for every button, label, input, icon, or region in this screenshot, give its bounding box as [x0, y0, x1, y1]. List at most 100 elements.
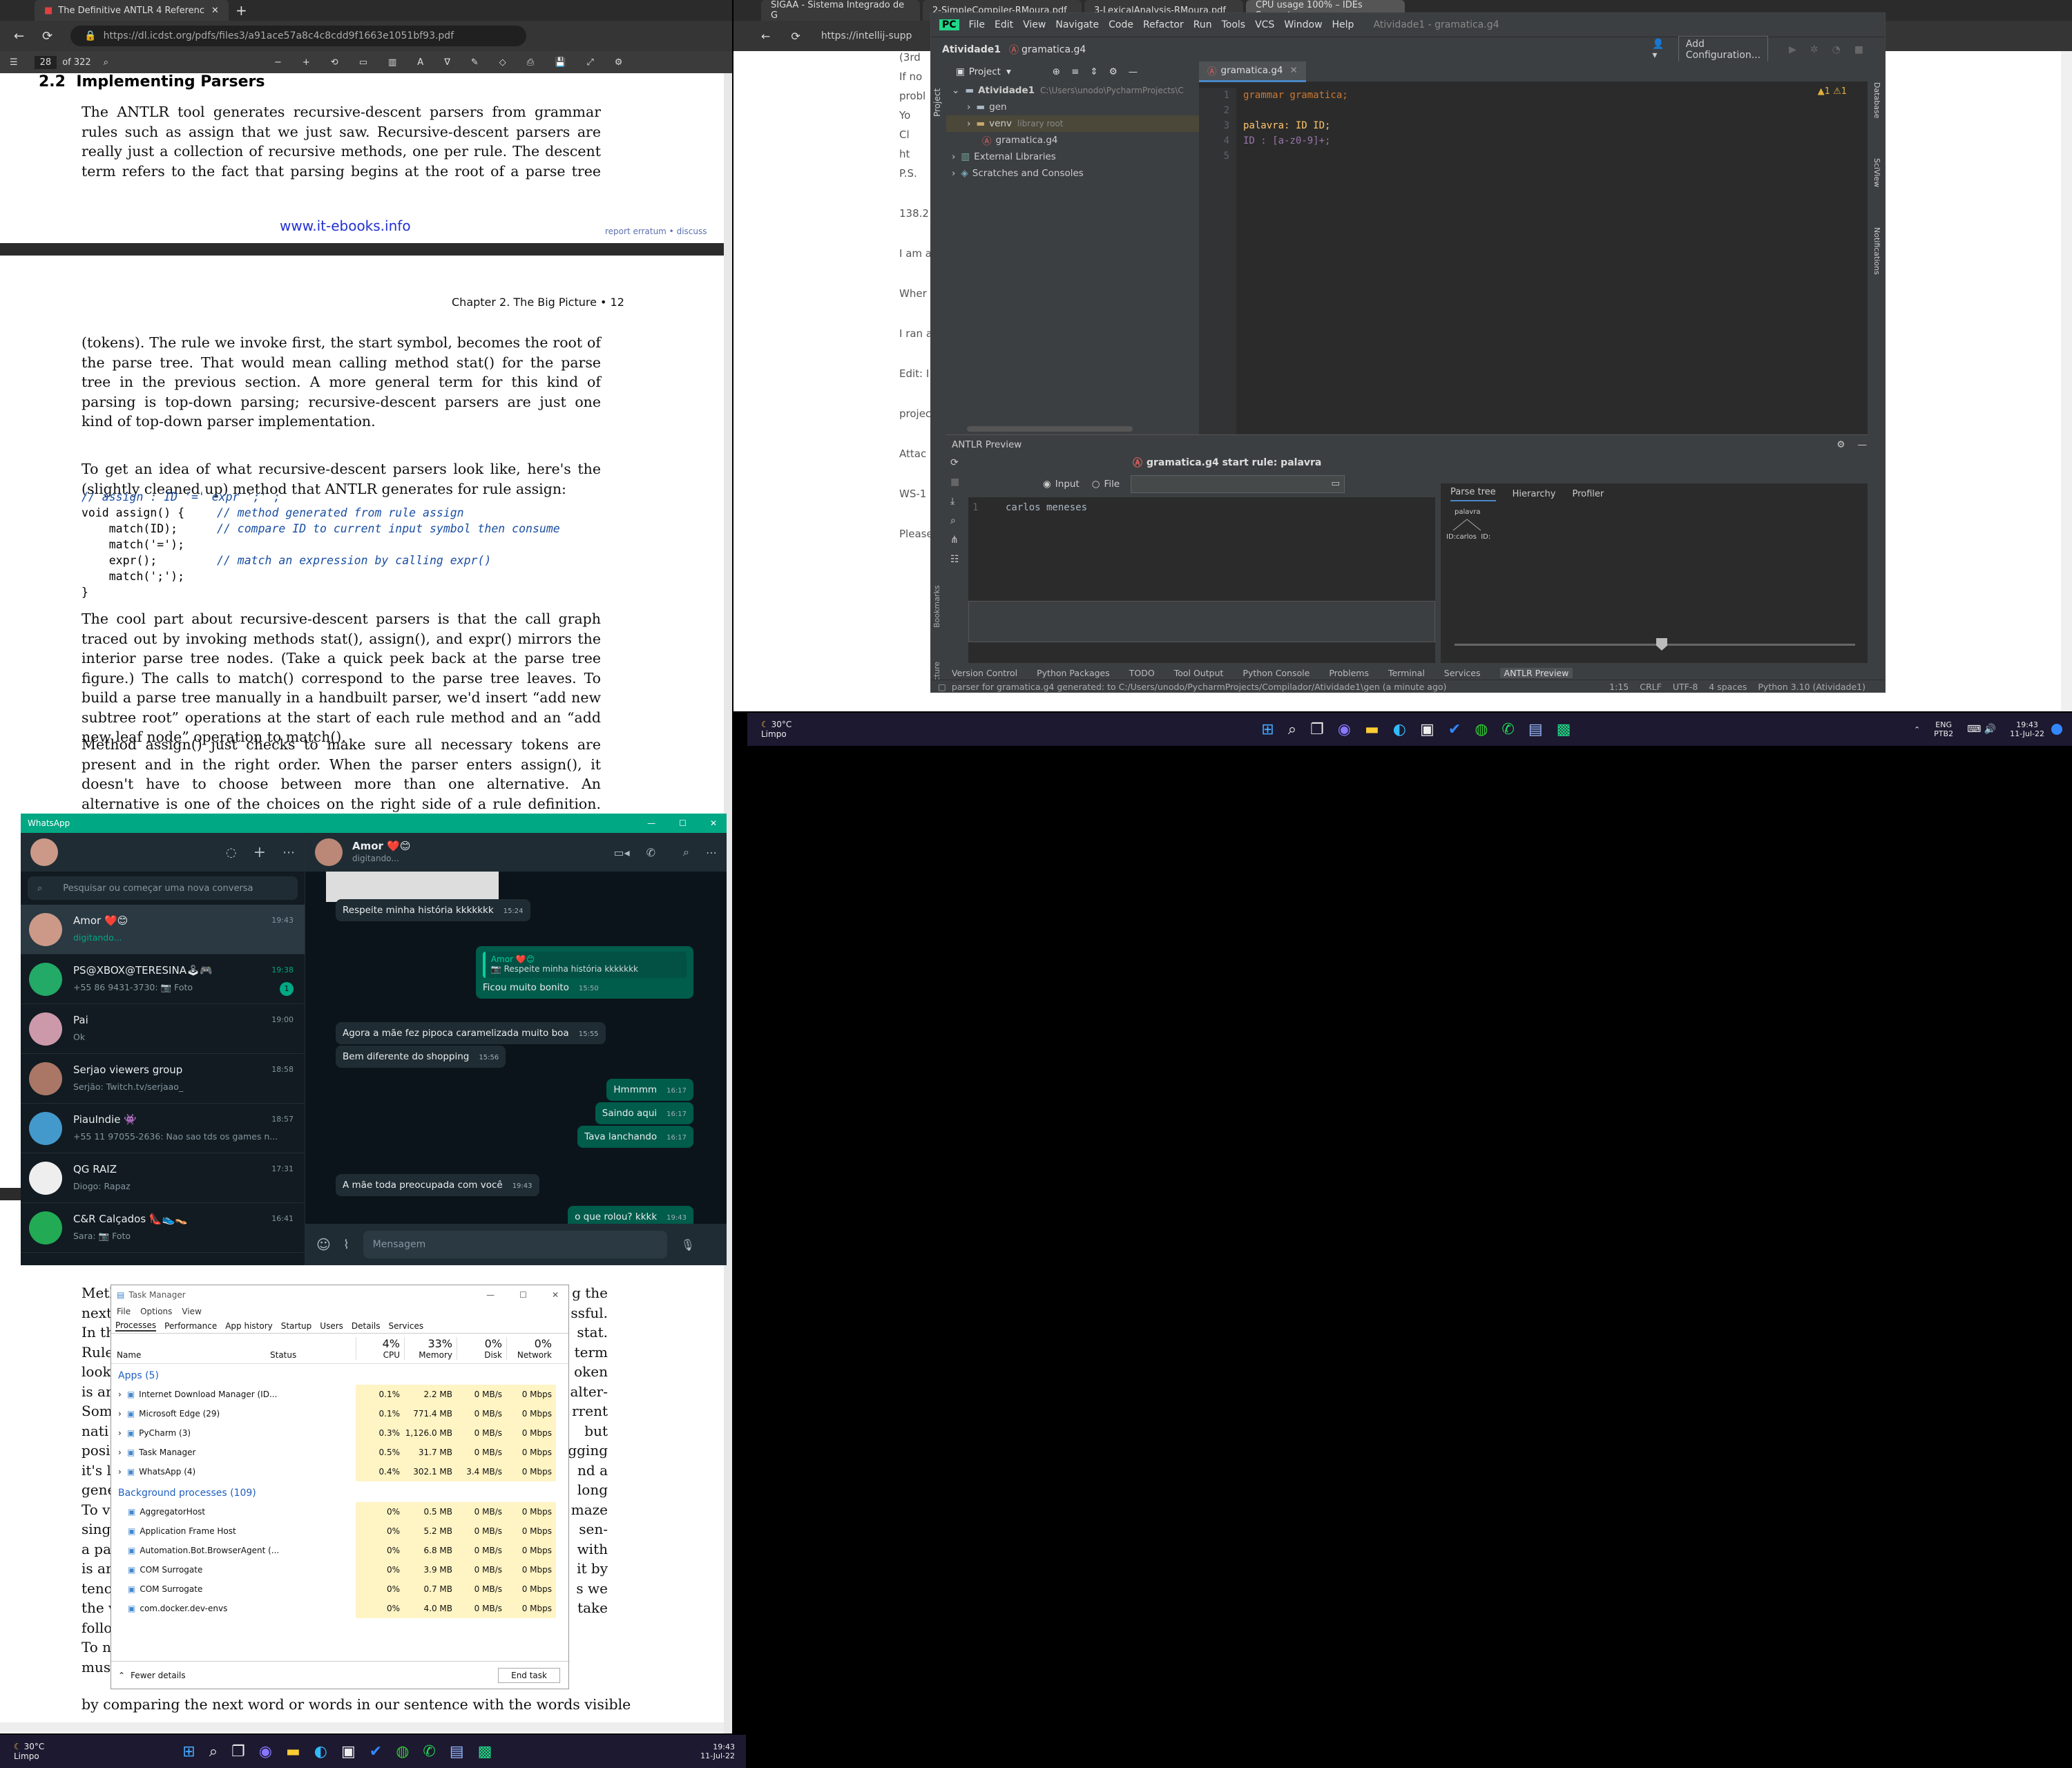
process-row[interactable]: ▣ COM Surrogate 0% 0.7 MB 0 MB/s 0 Mbps — [111, 1579, 568, 1599]
coverage-icon[interactable]: ◔ — [1832, 44, 1841, 55]
read-aloud-icon[interactable]: A — [417, 57, 423, 68]
breadcrumb-file[interactable]: gramatica.g4 — [1021, 44, 1086, 55]
process-row[interactable]: ▣ COM Surrogate 0% 3.9 MB 0 MB/s 0 Mbps — [111, 1560, 568, 1579]
chat-list-item[interactable]: PS@XBOX@TERESINA🕹🎮 +55 86 9431-3730: 📷 Fo… — [21, 954, 305, 1004]
tree-scrollbar[interactable] — [967, 426, 1133, 432]
hide-icon[interactable]: — — [1857, 439, 1867, 450]
tool-tab[interactable]: Version Control — [952, 668, 1017, 678]
url-input[interactable]: 🔒 https://dl.icdst.org/pdfs/files3/a91ace… — [70, 26, 527, 46]
menu-item-code[interactable]: Code — [1109, 19, 1133, 30]
chevron-down-icon[interactable]: ▾ — [1006, 66, 1011, 77]
search-icon[interactable]: ⌕ — [209, 1743, 218, 1760]
tree-item-scratches[interactable]: › ◈ Scratches and Consoles — [946, 165, 1199, 182]
mic-icon[interactable]: 🎙 — [681, 1238, 695, 1251]
process-row[interactable]: ▣ AggregatorHost 0% 0.5 MB 0 MB/s 0 Mbps — [111, 1502, 568, 1521]
notification-badge-icon[interactable] — [2051, 724, 2062, 735]
process-row[interactable]: ▣ com.docker.dev-envs 0% 4.0 MB 0 MB/s 0 Mbps — [111, 1599, 568, 1618]
page-view-icon[interactable]: ▥ — [388, 57, 396, 68]
whatsapp-icon[interactable]: ✆ — [1502, 721, 1514, 738]
database-stripe-button[interactable]: Database — [1872, 82, 1881, 119]
clock[interactable]: 19:43 11-Jul-22 — [700, 1742, 735, 1760]
col-cpu[interactable]: 4% CPU — [356, 1337, 404, 1360]
quoted-message[interactable]: Amor ❤️😊 📷 Respeite minha história kkkkkk… — [482, 952, 687, 978]
wa-conv-contact[interactable]: Amor ❤️😊 digitando... — [352, 840, 410, 865]
ebooks-link[interactable]: www.it-ebooks.info — [280, 218, 411, 234]
weather-widget[interactable]: ☾ 30°C Limpo — [761, 720, 792, 739]
chat-list-item[interactable]: Serjao viewers group Serjão: Twitch.tv/se… — [21, 1054, 305, 1104]
message-bubble[interactable]: A mãe toda preocupada com você 19:43 — [336, 1174, 539, 1196]
refresh-icon[interactable]: ⟳ — [950, 457, 968, 468]
page-number-input[interactable]: 28 — [34, 55, 57, 69]
breadcrumb-project[interactable]: Atividade1 — [942, 44, 1001, 55]
menu-item-navigate[interactable]: Navigate — [1055, 19, 1099, 30]
pycharm-icon[interactable]: ▩ — [478, 1743, 492, 1760]
highlight-icon[interactable]: ✎ — [471, 57, 479, 68]
tm-tab[interactable]: Users — [320, 1321, 343, 1331]
chevron-right-icon[interactable]: › — [118, 1448, 122, 1457]
chevron-up-icon[interactable]: ⌃ — [1914, 725, 1920, 734]
expand-all-icon[interactable]: ⇕ — [1090, 66, 1097, 77]
zoom-slider-track[interactable] — [1455, 644, 1855, 646]
draw-icon[interactable]: ∇ — [444, 57, 450, 68]
close-icon[interactable]: ✕ — [1290, 65, 1298, 76]
chat-list-item[interactable]: PiauIndie 👾 +55 11 97055-2636: Nao sao td… — [21, 1104, 305, 1153]
tree-item-grammar[interactable]: Ⓐgramatica.g4 — [946, 132, 1199, 148]
save-icon[interactable]: 💾 — [555, 57, 566, 68]
avatar[interactable] — [315, 838, 343, 866]
chevron-right-icon[interactable]: › — [118, 1428, 122, 1438]
attach-icon[interactable]: ⌇ — [343, 1238, 349, 1252]
url-text[interactable]: https://intellij-supp — [821, 30, 912, 41]
zoom-slider-thumb[interactable] — [1656, 638, 1667, 651]
status-item[interactable]: 4 spaces — [1709, 682, 1747, 692]
tm-tab[interactable]: Services — [389, 1321, 424, 1331]
code-line[interactable]: ID : [a-z0-9]+; — [1243, 133, 1851, 148]
search-icon[interactable]: ⌕ — [683, 845, 689, 859]
code-text[interactable]: grammar gramatica; palavra: ID ID; ID : [a… — [1243, 88, 1851, 164]
idm-icon[interactable]: ◍ — [396, 1743, 409, 1760]
close-icon[interactable]: ✕ — [552, 1290, 559, 1300]
status-item[interactable]: CRLF — [1640, 682, 1662, 692]
todo-icon[interactable]: ✔ — [370, 1743, 382, 1760]
process-row[interactable]: ▣ Automation.Bot.BrowserAgent (... 0% 6.8 M… — [111, 1541, 568, 1560]
inspection-widget[interactable]: ▲1 ⚠1 — [1818, 86, 1847, 97]
process-row[interactable]: › ▣ WhatsApp (4) 0.4% 302.1 MB 3.4 MB/s 0 Mbps — [111, 1462, 568, 1481]
message-bubble[interactable]: Respeite minha história kkkkkkk 15:24 — [336, 899, 530, 921]
emoji-icon[interactable]: ☺ — [316, 1236, 331, 1253]
rotate-icon[interactable]: ⟲ — [331, 57, 338, 68]
code-line[interactable] — [1243, 103, 1851, 118]
chat-list-item[interactable]: Pai Ok 19:00 — [21, 1004, 305, 1054]
print-icon[interactable]: ⎙ — [527, 57, 534, 68]
stop-icon[interactable]: ■ — [1854, 44, 1863, 55]
message-input[interactable]: Mensagem — [363, 1231, 667, 1258]
edge-icon[interactable]: ◐ — [314, 1743, 327, 1760]
chat-icon[interactable]: ◉ — [259, 1743, 272, 1760]
col-network[interactable]: 0% Network — [506, 1337, 556, 1360]
file-path-input[interactable]: ▭ — [1131, 475, 1345, 493]
chat-list-item[interactable]: QG RAIZ Diogo: Rapaz 17:31 — [21, 1153, 305, 1203]
errata-link[interactable]: report erratum — [605, 227, 666, 236]
discuss-link[interactable]: discuss — [677, 227, 707, 236]
menu-item-view[interactable]: View — [1023, 19, 1046, 30]
phone-icon[interactable]: ✆ — [646, 846, 655, 859]
explorer-icon[interactable]: ▬ — [1365, 721, 1379, 738]
edge-icon[interactable]: ◐ — [1393, 721, 1406, 738]
tab-pdf[interactable]: ■ The Definitive ANTLR 4 Referenc ✕ — [35, 0, 229, 21]
chevron-up-icon[interactable]: ⌃ — [118, 1671, 125, 1680]
col-name[interactable]: Name — [111, 1338, 270, 1360]
wa-search-input[interactable]: ⌕ Pesquisar ou começar uma nova conversa — [28, 876, 298, 900]
process-row[interactable]: › ▣ Internet Download Manager (ID... 0.1% 2.… — [111, 1385, 568, 1404]
status-item[interactable]: 1:15 — [1609, 682, 1629, 692]
erase-icon[interactable]: ◇ — [499, 57, 506, 68]
network-volume-icon[interactable]: ⌨ 🔊 — [1967, 724, 1996, 734]
menu-item-window[interactable]: Window — [1284, 19, 1322, 30]
menu-item-file[interactable]: File — [969, 19, 985, 30]
code-line[interactable]: palavra: ID ID; — [1243, 118, 1851, 133]
menu-item-run[interactable]: Run — [1193, 19, 1212, 30]
message-bubble[interactable]: Tava lanchando 16:17 — [577, 1126, 693, 1148]
task-view-icon[interactable]: ❐ — [231, 1743, 245, 1760]
menu-item-edit[interactable]: Edit — [995, 19, 1013, 30]
zoom-out-icon[interactable]: − — [274, 57, 282, 68]
tree-item-venv[interactable]: › ▬ venv library root — [946, 115, 1199, 132]
settings-icon[interactable]: ⚙ — [615, 57, 623, 68]
debug-icon[interactable]: ✲ — [1810, 44, 1819, 55]
